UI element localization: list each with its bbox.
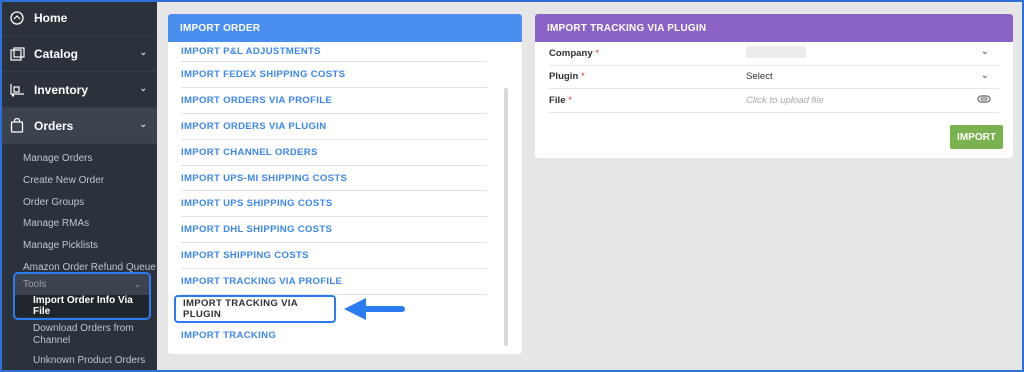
- file-upload-input[interactable]: Click to upload file: [746, 95, 824, 106]
- sidebar: Home Catalog ⌄ Inventory ⌄ Orders ⌄ Mana…: [0, 0, 157, 372]
- sidebar-subitem-unknown-product-orders[interactable]: Unknown Product Orders: [0, 355, 150, 367]
- company-label: Company *: [549, 47, 600, 59]
- import-item-tracking[interactable]: IMPORT TRACKING: [181, 323, 487, 349]
- home-icon: [8, 10, 26, 26]
- company-select[interactable]: [746, 45, 806, 61]
- file-row[interactable]: File * Click to upload file: [549, 89, 999, 113]
- import-item-tracking-via-profile[interactable]: IMPORT TRACKING VIA PROFILE: [181, 269, 487, 296]
- tools-highlight-box: [13, 272, 151, 320]
- panel-title: IMPORT TRACKING VIA PLUGIN: [535, 14, 1013, 42]
- panel-title: IMPORT ORDER: [168, 14, 522, 42]
- chevron-down-icon: ⌄: [980, 69, 989, 81]
- chevron-down-icon: ⌄: [139, 119, 147, 129]
- paperclip-icon[interactable]: [977, 94, 991, 107]
- sidebar-subitem-create-order[interactable]: Create New Order: [0, 170, 157, 192]
- sidebar-item-label: Orders: [34, 118, 74, 133]
- import-button[interactable]: IMPORT: [950, 125, 1003, 149]
- sidebar-item-label: Catalog: [34, 46, 79, 61]
- pointer-arrow-icon: [342, 294, 406, 329]
- import-item-tracking-via-plugin[interactable]: IMPORT TRACKING VIA PLUGIN: [174, 295, 336, 324]
- chevron-down-icon: ⌄: [139, 47, 147, 57]
- list-scrollbar[interactable]: [504, 88, 508, 346]
- sidebar-subitem-manage-orders[interactable]: Manage Orders: [0, 148, 157, 170]
- sidebar-item-home[interactable]: Home: [0, 0, 157, 36]
- sidebar-item-label: Inventory: [34, 82, 89, 97]
- company-row[interactable]: Company * ⌄: [549, 42, 999, 66]
- import-item-fedex-shipping-costs[interactable]: IMPORT FEDEX SHIPPING COSTS: [181, 62, 487, 88]
- file-label: File *: [549, 94, 572, 106]
- plugin-row[interactable]: Plugin * Select ⌄: [549, 66, 999, 89]
- import-item-orders-via-plugin[interactable]: IMPORT ORDERS VIA PLUGIN: [181, 114, 487, 140]
- catalog-icon: [8, 46, 26, 62]
- sidebar-item-inventory[interactable]: Inventory ⌄: [0, 72, 157, 108]
- import-item-ups-mi-shipping-costs[interactable]: IMPORT UPS-MI SHIPPING COSTS: [181, 166, 487, 192]
- chevron-down-icon: ⌄: [139, 83, 147, 93]
- inventory-icon: [8, 82, 26, 98]
- sidebar-subitem-order-groups[interactable]: Order Groups: [0, 191, 157, 213]
- sidebar-item-orders[interactable]: Orders ⌄: [0, 108, 157, 144]
- plugin-label: Plugin *: [549, 71, 585, 83]
- import-item-shipping-costs[interactable]: IMPORT SHIPPING COSTS: [181, 243, 487, 270]
- import-item-dhl-shipping-costs[interactable]: IMPORT DHL SHIPPING COSTS: [181, 217, 487, 244]
- sidebar-subitem-download-orders[interactable]: Download Orders from Channel: [0, 322, 150, 348]
- sidebar-subitem-manage-picklists[interactable]: Manage Picklists: [0, 235, 157, 257]
- import-item-ups-shipping-costs[interactable]: IMPORT UPS SHIPPING COSTS: [181, 191, 487, 218]
- chevron-down-icon: ⌄: [980, 46, 989, 57]
- import-item-pl-adjustments[interactable]: IMPORT P&L ADJUSTMENTS: [181, 42, 487, 62]
- sidebar-item-catalog[interactable]: Catalog ⌄: [0, 36, 157, 72]
- bag-icon: [8, 118, 26, 134]
- sidebar-subitem-manage-rmas[interactable]: Manage RMAs: [0, 213, 157, 235]
- sidebar-item-label: Home: [34, 10, 68, 25]
- tracking-plugin-panel: IMPORT TRACKING VIA PLUGIN Company * ⌄ P…: [535, 14, 1013, 158]
- import-item-channel-orders[interactable]: IMPORT CHANNEL ORDERS: [181, 140, 487, 166]
- plugin-select[interactable]: Select: [746, 71, 773, 82]
- import-item-orders-via-profile[interactable]: IMPORT ORDERS VIA PROFILE: [181, 88, 487, 114]
